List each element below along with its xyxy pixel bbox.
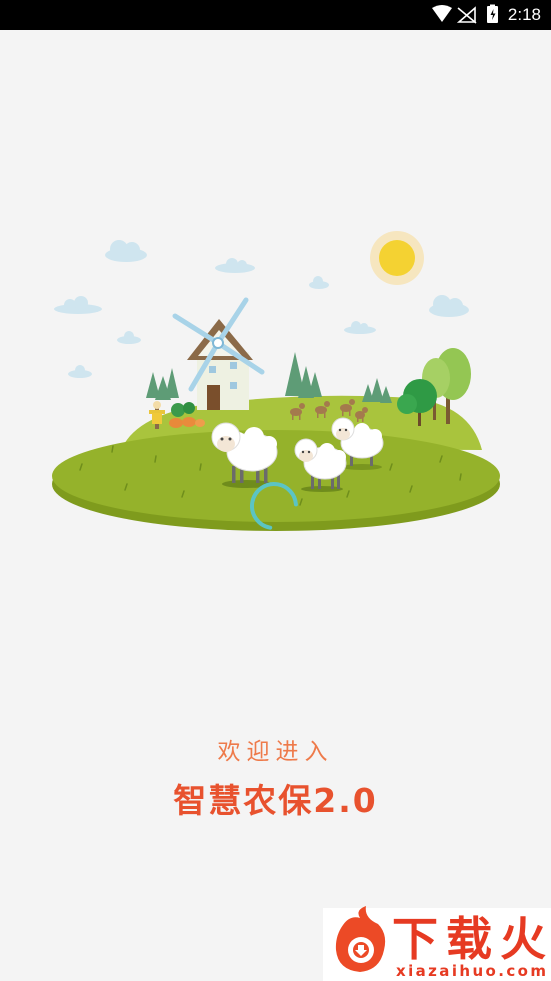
watermark-brand: 下载火 [392,912,546,966]
pine-trees-left [146,368,179,400]
cloud [429,295,469,317]
cloud [54,296,102,314]
app-title: 智慧农保2.0 [173,781,378,820]
windmill-house [172,297,265,410]
cloud [344,321,376,334]
cloud [105,240,147,262]
cloud [215,258,255,273]
cloud [68,365,92,378]
welcome-subtitle: 欢迎进入 [217,739,334,765]
cloud [117,331,141,344]
splash-illustration: 下载火 xiazaihuo.com [52,231,551,981]
island [52,395,500,531]
sun [370,231,424,285]
cloud [309,276,329,289]
pine-trees-middle [285,352,322,398]
watermark-logo: 下载火 xiazaihuo.com [323,906,551,981]
pine-trees-right [362,378,392,403]
